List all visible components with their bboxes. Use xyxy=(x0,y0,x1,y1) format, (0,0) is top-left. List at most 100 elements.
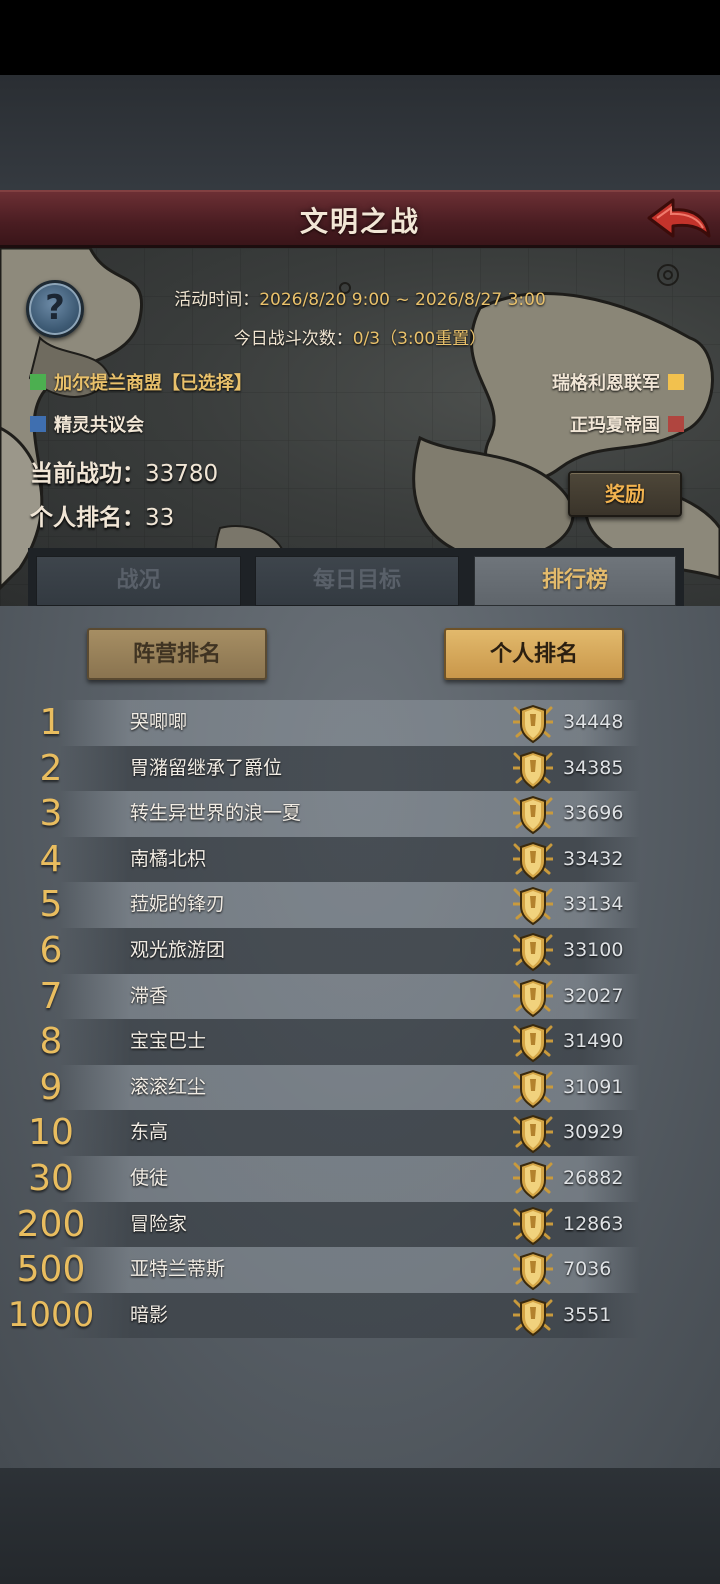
rank-number: 9 xyxy=(39,1066,63,1108)
faction-ranking-button[interactable]: 阵营排名 xyxy=(87,628,267,680)
current-merit: 当前战功：33780 xyxy=(30,454,218,488)
gold-shield-medal-icon xyxy=(513,1115,553,1154)
merit-label: 当前战功： xyxy=(30,461,145,487)
leaderboard-row[interactable]: 6 观光旅游团 33100 xyxy=(0,927,720,974)
faction-galtiran[interactable]: 加尔提兰商盟【已选择】 xyxy=(30,369,252,395)
faction-color-swatch xyxy=(30,416,46,432)
event-time-value: 2026/8/20 9:00 ~ 2026/8/27 3:00 xyxy=(259,290,546,310)
tab-battle-status[interactable]: 战况 xyxy=(36,556,241,606)
tab-leaderboard[interactable]: 排行榜 xyxy=(474,556,676,606)
battle-count-value: 0/3（3:00 xyxy=(352,329,436,349)
rank-number: 1000 xyxy=(7,1294,95,1335)
faction-elf-council[interactable]: 精灵共议会 xyxy=(30,411,144,437)
merit-score: 3551 xyxy=(563,1303,612,1326)
faction-zhengmaxia[interactable]: 正玛夏帝国 xyxy=(570,411,684,437)
merit-score: 33134 xyxy=(563,893,624,916)
player-name: 冒险家 xyxy=(130,1212,188,1235)
rank-label: 个人排名： xyxy=(30,505,145,531)
title-bar: 文明之战 xyxy=(0,190,720,248)
game-screen: 文明之战 ? 活动时间：2026/8/20 9:00 ~ 2026/8/27 3… xyxy=(0,0,720,1584)
player-name: 亚特兰蒂斯 xyxy=(130,1258,226,1281)
faction-regrion[interactable]: 瑞格利恩联军 xyxy=(552,369,684,395)
reward-button[interactable]: 奖励 xyxy=(568,471,682,517)
rank-number: 3 xyxy=(39,793,63,835)
leaderboard-row[interactable]: 500 亚特兰蒂斯 7036 xyxy=(0,1247,720,1293)
leaderboard-row[interactable]: 4 南橘北枳 33432 xyxy=(0,836,720,883)
leaderboard-row[interactable]: 8 宝宝巴士 31490 xyxy=(0,1019,720,1065)
leaderboard-row[interactable]: 5 菈妮的锋刃 33134 xyxy=(0,882,720,928)
rank-value: 33 xyxy=(145,505,175,531)
leaderboard-list: 1 哭唧唧 34448 2 胃潴留继承了爵位 34385 3 转生异世界的浪一夏 3369… xyxy=(0,700,720,1339)
faction-color-swatch xyxy=(668,374,684,390)
personal-rank: 个人排名：33 xyxy=(30,498,174,532)
faction-name: 瑞格利恩联军 xyxy=(552,373,660,394)
rank-number: 200 xyxy=(16,1203,86,1245)
player-name: 转生异世界的浪一夏 xyxy=(130,802,302,825)
back-arrow-icon[interactable] xyxy=(645,196,711,244)
event-time-line: 活动时间：2026/8/20 9:00 ~ 2026/8/27 3:00 xyxy=(0,285,720,310)
player-name: 滚滚红尘 xyxy=(130,1075,207,1098)
merit-score: 31091 xyxy=(563,1075,624,1098)
faction-color-swatch xyxy=(30,374,46,390)
player-name: 哭唧唧 xyxy=(130,711,188,733)
battle-count-line: 今日战斗次数：0/3（3:00重置） xyxy=(0,324,720,349)
leaderboard-row[interactable]: 7 滞香 32027 xyxy=(0,973,720,1020)
event-time-label: 活动时间： xyxy=(174,290,260,310)
rank-number: 5 xyxy=(39,884,63,926)
player-name: 南橘北枳 xyxy=(130,847,207,870)
merit-value: 33780 xyxy=(145,461,219,487)
leaderboard-row[interactable]: 30 使徒 26882 xyxy=(0,1155,720,1202)
gold-shield-medal-icon xyxy=(513,932,553,972)
player-name: 胃潴留继承了爵位 xyxy=(130,756,283,779)
faction-name: 精灵共议会 xyxy=(54,415,144,436)
gold-shield-medal-icon xyxy=(513,1069,553,1108)
player-name: 宝宝巴士 xyxy=(130,1030,207,1053)
gold-shield-medal-icon xyxy=(513,750,553,789)
faction-name: 正玛夏帝国 xyxy=(570,415,660,436)
tab-daily-goals[interactable]: 每日目标 xyxy=(255,556,459,606)
player-name: 暗影 xyxy=(130,1303,169,1326)
merit-score: 30929 xyxy=(563,1121,624,1144)
gold-shield-medal-icon xyxy=(513,1160,553,1200)
leaderboard-row[interactable]: 9 滚滚红尘 31091 xyxy=(0,1064,720,1111)
faction-color-swatch xyxy=(668,416,684,432)
battle-count-suffix: 重置） xyxy=(435,329,487,349)
top-letterbox xyxy=(0,75,720,190)
leaderboard-row[interactable]: 3 转生异世界的浪一夏 33696 xyxy=(0,791,720,837)
gold-shield-medal-icon xyxy=(513,1206,553,1245)
leaderboard-row[interactable]: 1000 暗影 3551 xyxy=(0,1292,720,1339)
personal-ranking-button[interactable]: 个人排名 xyxy=(444,628,624,680)
rank-number: 8 xyxy=(39,1021,63,1063)
rank-number: 4 xyxy=(39,838,63,880)
merit-score: 34448 xyxy=(563,711,624,733)
page-title: 文明之战 xyxy=(299,205,420,238)
rank-number: 2 xyxy=(39,747,63,789)
merit-score: 33100 xyxy=(563,938,624,961)
gold-shield-medal-icon xyxy=(513,796,553,835)
leaderboard-row[interactable]: 10 东高 30929 xyxy=(0,1110,720,1156)
gold-shield-medal-icon xyxy=(513,887,553,926)
merit-score: 12863 xyxy=(563,1212,624,1235)
player-name: 滞香 xyxy=(130,984,169,1007)
leaderboard-row[interactable]: 1 哭唧唧 34448 xyxy=(0,700,720,746)
gold-shield-medal-icon xyxy=(513,1297,553,1336)
merit-score: 26882 xyxy=(563,1166,624,1189)
merit-score: 33696 xyxy=(563,802,624,825)
leaderboard-row[interactable]: 2 胃潴留继承了爵位 34385 xyxy=(0,745,720,792)
rank-number: 500 xyxy=(16,1249,86,1291)
merit-score: 7036 xyxy=(563,1258,612,1281)
rank-number: 30 xyxy=(28,1157,74,1199)
rank-number: 1 xyxy=(39,702,63,743)
rank-number: 7 xyxy=(39,975,63,1017)
bottom-letterbox xyxy=(0,1468,720,1584)
leaderboard-row[interactable]: 200 冒险家 12863 xyxy=(0,1201,720,1248)
faction-name: 加尔提兰商盟【已选择】 xyxy=(54,373,252,394)
player-name: 东高 xyxy=(130,1121,169,1144)
player-name: 使徒 xyxy=(130,1166,169,1189)
gold-shield-medal-icon xyxy=(513,704,553,744)
battle-count-label: 今日战斗次数： xyxy=(233,329,353,349)
gold-shield-medal-icon xyxy=(513,978,553,1017)
gold-shield-medal-icon xyxy=(513,1252,553,1291)
player-name: 观光旅游团 xyxy=(130,938,226,961)
rank-number: 6 xyxy=(39,929,63,971)
